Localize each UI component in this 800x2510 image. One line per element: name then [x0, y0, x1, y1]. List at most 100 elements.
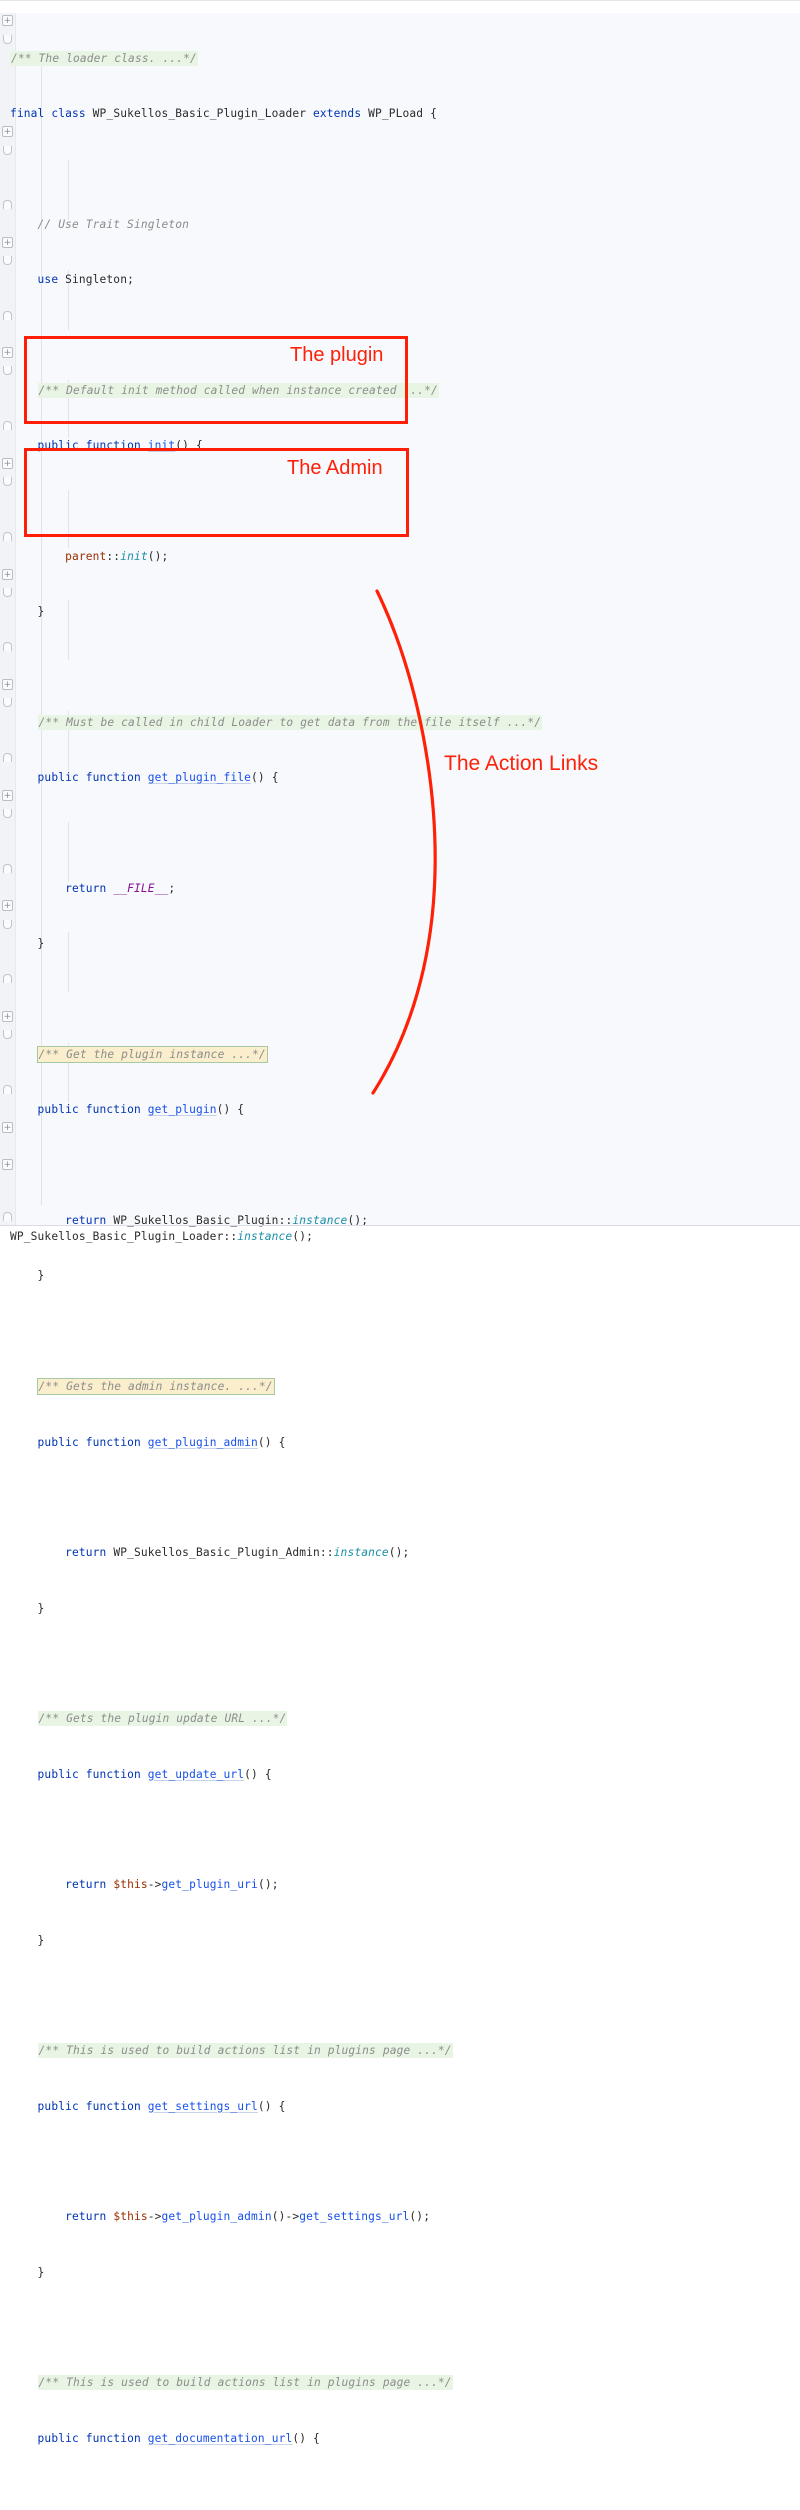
token-brace: } [37, 1933, 45, 1947]
token-scope-operator: :: [223, 1230, 238, 1243]
code-line: /** Must be called in child Loader to ge… [10, 714, 800, 732]
token-punctuation: () { [175, 439, 203, 453]
code-line: use Singleton; [10, 271, 800, 289]
inline-comment: // Use Trait Singleton [37, 217, 190, 231]
token-brace: } [37, 937, 45, 951]
token-punctuation: (); [292, 1230, 313, 1243]
token-punctuation: { [430, 107, 437, 121]
code-line: } [10, 1932, 800, 1950]
token-brace: } [37, 2265, 45, 2279]
token-method-call: init [120, 550, 148, 563]
code-line: return $this->get_plugin_admin()->get_se… [10, 2208, 800, 2226]
token-keyword: final [10, 107, 45, 121]
code-line: // Use Trait Singleton [10, 216, 800, 234]
code-line: public function get_update_url() { [10, 1766, 800, 1784]
token-method-call: get_settings_url [299, 2210, 410, 2224]
token-class-name: WP_Sukellos_Basic_Plugin_Loader [92, 107, 307, 121]
token-this-variable: $this [113, 2210, 148, 2224]
token-keyword: return [65, 1546, 107, 1560]
folded-comment[interactable]: /** Must be called in child Loader to ge… [37, 715, 543, 731]
token-punctuation: (); [388, 1546, 410, 1560]
code-line: /** The loader class. ...*/ [10, 50, 800, 68]
folded-comment[interactable]: /** Default init method called when inst… [37, 382, 439, 398]
code-text[interactable]: /** The loader class. ...*/ final class … [10, 13, 800, 2510]
token-keyword: function [85, 439, 141, 453]
editor-bottom-divider [0, 1225, 800, 1226]
code-line: public function get_plugin_file() { [10, 769, 800, 787]
token-brace: } [37, 1601, 45, 1615]
code-line: public function get_settings_url() { [10, 2098, 800, 2116]
token-function-name: get_plugin [147, 1103, 217, 1117]
token-keyword: class [51, 107, 86, 121]
token-keyword: public [37, 1435, 79, 1449]
token-class-name: WP_PLoad [368, 107, 424, 121]
token-punctuation: (); [409, 2210, 431, 2224]
code-line: public function get_documentation_url() … [10, 2430, 800, 2448]
code-line: /** Gets the plugin update URL ...*/ [10, 1710, 800, 1728]
token-punctuation: () { [251, 771, 279, 785]
token-function-name: get_plugin_file [147, 771, 252, 785]
code-line: parent::init(); [10, 548, 800, 566]
token-punctuation: () { [244, 1767, 272, 1781]
token-keyword: use [37, 273, 59, 287]
code-line: } [10, 603, 800, 621]
editor-top-divider [0, 0, 800, 1]
folded-comment[interactable]: /** The loader class. ...*/ [10, 50, 198, 66]
code-line: /** Default init method called when inst… [10, 382, 800, 400]
token-punctuation: () { [257, 1435, 286, 1449]
token-method-call: get_plugin_admin [161, 2210, 272, 2224]
token-method-call: get_plugin_uri [161, 1878, 258, 1892]
token-punctuation: () { [292, 2431, 320, 2445]
token-punctuation: () { [216, 1103, 245, 1117]
token-arrow-operator: -> [147, 1878, 162, 1892]
token-keyword: function [85, 2431, 141, 2445]
code-line: } [10, 935, 800, 953]
code-editor[interactable]: + + + + + + + + + + + + /** The loader c… [0, 0, 800, 2445]
token-brace: } [37, 605, 45, 619]
token-this-variable: $this [113, 1878, 148, 1892]
token-keyword: return [65, 2210, 107, 2224]
code-line: } [10, 1600, 800, 1618]
folded-comment[interactable]: /** This is used to build actions list i… [37, 2043, 453, 2059]
token-class-name: WP_Sukellos_Basic_Plugin_Loader [10, 1230, 224, 1243]
folded-comment-highlighted[interactable]: /** Get the plugin instance ...*/ [36, 1046, 268, 1064]
token-keyword: return [65, 1878, 107, 1892]
token-parent-keyword: parent [65, 550, 107, 563]
token-keyword: public [37, 771, 79, 785]
folded-comment[interactable]: /** This is used to build actions list i… [37, 2375, 453, 2391]
code-line: /** This is used to build actions list i… [10, 2042, 800, 2060]
token-class-name: WP_Sukellos_Basic_Plugin_Admin [113, 1546, 320, 1560]
token-keyword: function [85, 1435, 141, 1449]
token-brace: } [37, 1269, 45, 1283]
token-punctuation: (); [257, 1878, 279, 1892]
token-magic-constant: __FILE__ [113, 882, 169, 896]
token-keyword: function [85, 771, 141, 785]
footer-code-line[interactable]: WP_Sukellos_Basic_Plugin_Loader::instanc… [10, 1228, 313, 1246]
code-line: } [10, 1267, 800, 1285]
token-scope-operator: :: [106, 550, 121, 563]
code-line: return __FILE__; [10, 880, 800, 898]
code-line: final class WP_Sukellos_Basic_Plugin_Loa… [10, 105, 800, 123]
token-keyword: public [37, 439, 79, 453]
token-function-name: get_settings_url [147, 2099, 258, 2113]
token-trait-name: Singleton; [65, 273, 134, 287]
folded-comment-highlighted[interactable]: /** Gets the admin instance. ...*/ [36, 1378, 275, 1396]
folded-comment[interactable]: /** Gets the plugin update URL ...*/ [37, 1711, 288, 1727]
token-function-name: get_plugin_admin [147, 1435, 258, 1449]
token-keyword: public [37, 2431, 79, 2445]
token-keyword: public [37, 1103, 79, 1117]
